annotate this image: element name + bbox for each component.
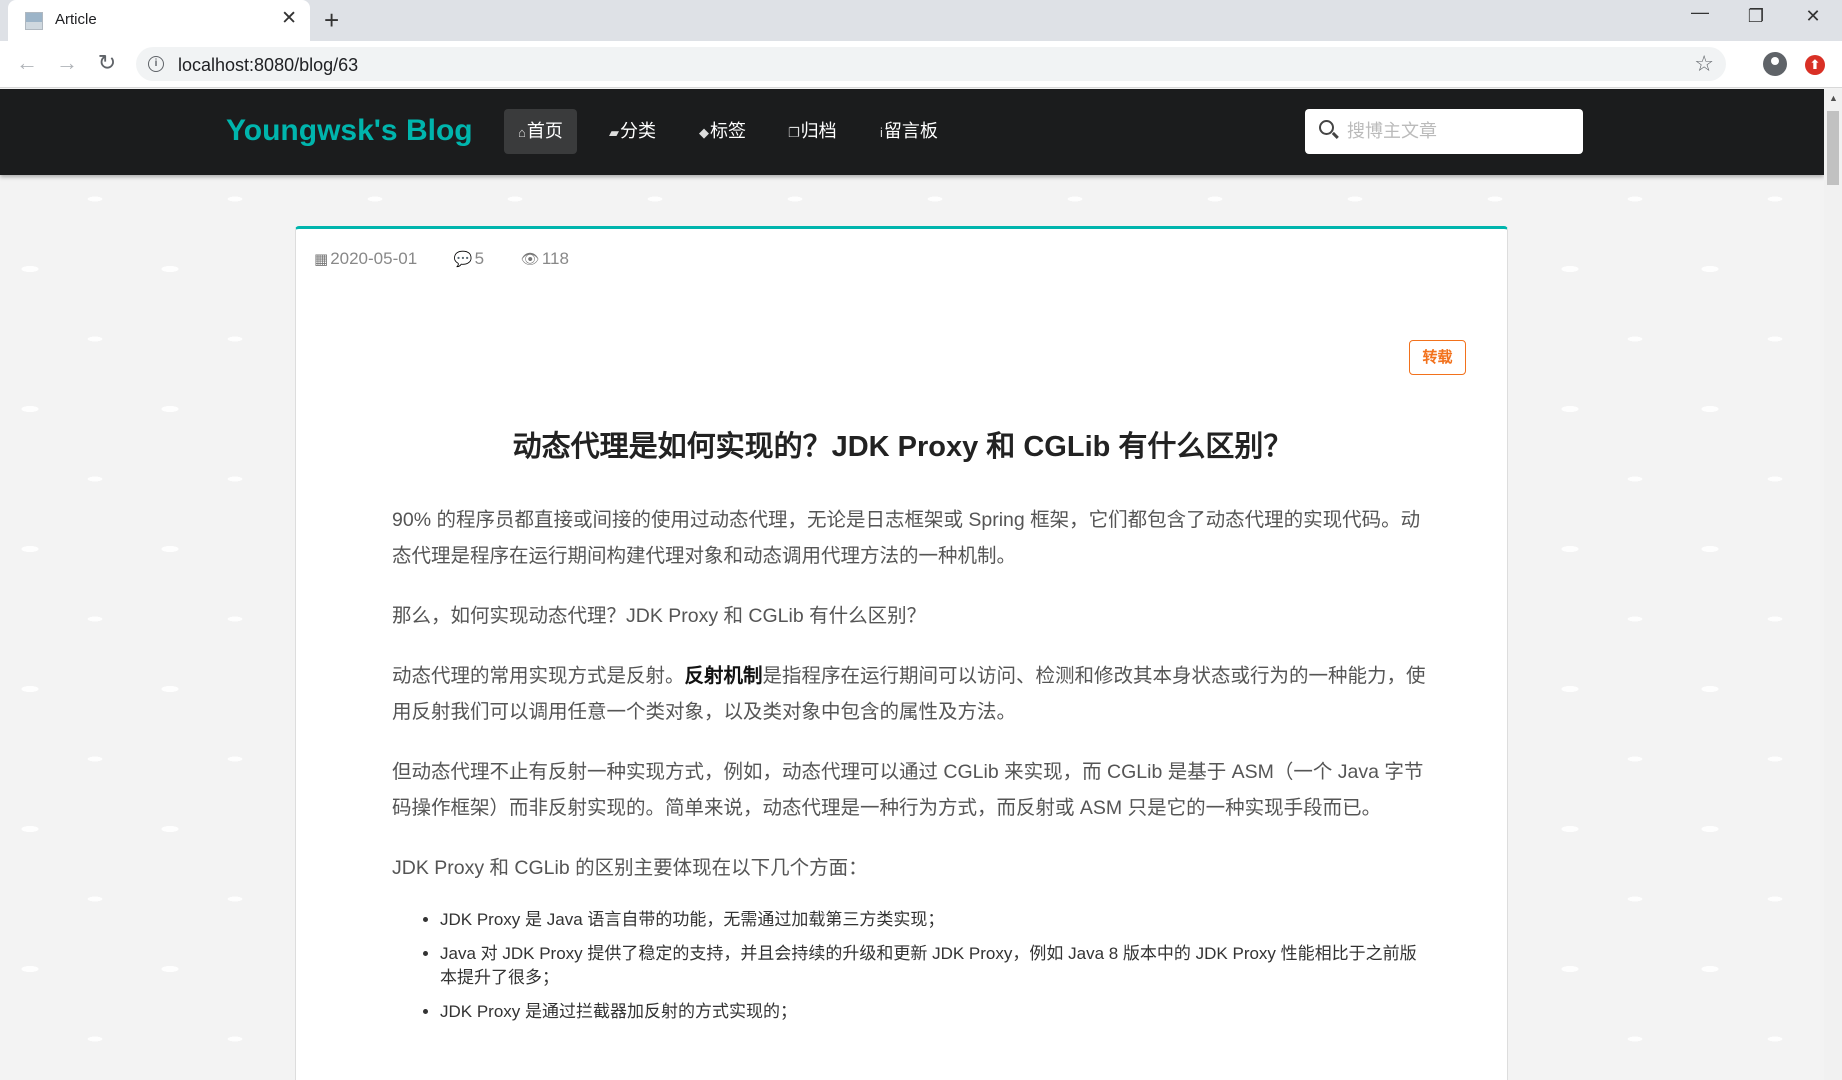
- eye-icon: 👁: [520, 251, 540, 268]
- window-minimize-button[interactable]: —: [1680, 2, 1720, 23]
- difference-list: JDK Proxy 是 Java 语言自带的功能，无需通过加载第三方类实现； J…: [440, 908, 1426, 1024]
- nav-item-archive[interactable]: ❐归档: [774, 109, 851, 154]
- nav-item-label: 首页: [526, 121, 563, 141]
- tags-icon: ◆: [699, 125, 709, 140]
- nav-item-category[interactable]: ▰分类: [595, 109, 670, 154]
- list-item: JDK Proxy 是 Java 语言自带的功能，无需通过加载第三方类实现；: [440, 908, 1426, 932]
- tab-title: Article: [55, 11, 97, 28]
- comments-count: 5: [474, 249, 485, 268]
- nav-item-label: 标签: [710, 121, 746, 141]
- article-comments: 💬 5: [454, 249, 500, 268]
- nav-item-home[interactable]: ⌂首页: [504, 109, 577, 154]
- site-navbar: Youngwsk's Blog ⌂首页 ▰分类 ◆标签 ❐归档 i留言板: [0, 89, 1824, 175]
- article-meta-header: ▦ 2020-05-01 💬 5 👁 118: [295, 226, 1508, 296]
- search-input[interactable]: [1347, 117, 1567, 145]
- tab-close-icon[interactable]: ✕: [281, 9, 297, 29]
- address-bar[interactable]: i localhost:8080/blog/63 ☆: [136, 47, 1726, 81]
- article-date: ▦ 2020-05-01: [314, 249, 433, 268]
- article-title: 动态代理是如何实现的？JDK Proxy 和 CGLib 有什么区别？: [512, 431, 1293, 463]
- nav-item-label: 归档: [800, 121, 837, 141]
- forward-arrow-icon[interactable]: →: [52, 51, 82, 75]
- paragraph-text: 动态代理的常用实现方式是反射。: [392, 665, 685, 687]
- extension-icon[interactable]: ⬆: [1805, 55, 1825, 75]
- bold-term: 反射机制: [684, 665, 763, 687]
- date-text: 2020-05-01: [330, 249, 418, 268]
- scroll-up-arrow-icon[interactable]: ▲: [1829, 93, 1838, 103]
- article-meta: ▦ 2020-05-01 💬 5 👁 118: [314, 249, 601, 269]
- tab-favicon-icon: [25, 12, 43, 30]
- page-viewport: Youngwsk's Blog ⌂首页 ▰分类 ◆标签 ❐归档 i留言板 ▦20…: [0, 89, 1824, 1080]
- scrollbar-thumb[interactable]: [1827, 111, 1839, 185]
- paragraph: 但动态代理不止有反射一种实现方式，例如，动态代理可以通过 CGLib 来实现，而…: [392, 761, 1424, 819]
- new-tab-button[interactable]: +: [324, 6, 339, 34]
- back-arrow-icon[interactable]: ←: [12, 51, 42, 75]
- nav-item-label: 分类: [620, 121, 656, 141]
- calendar-icon: ▦: [314, 251, 329, 268]
- url-text[interactable]: localhost:8080/blog/63: [178, 55, 358, 76]
- paragraph: 动态代理的常用实现方式是反射。反射机制是指程序在运行期间可以访问、检测和修改其本…: [392, 658, 1426, 730]
- list-item: Java 对 JDK Proxy 提供了稳定的支持，并且会持续的升级和更新 JD…: [440, 942, 1426, 990]
- browser-tab[interactable]: Article ✕: [8, 0, 310, 41]
- window-maximize-button[interactable]: ❐: [1736, 6, 1776, 27]
- paragraph: JDK Proxy 和 CGLib 的区别主要体现在以下几个方面：: [392, 857, 868, 879]
- site-brand[interactable]: Youngwsk's Blog: [226, 114, 473, 148]
- window-close-button[interactable]: ✕: [1793, 6, 1833, 27]
- nav-item-message-board[interactable]: i留言板: [866, 109, 952, 154]
- comment-icon: 💬: [453, 251, 473, 268]
- article-views: 👁 118: [521, 249, 585, 268]
- account-avatar-icon[interactable]: [1763, 52, 1787, 76]
- site-search[interactable]: [1305, 109, 1583, 154]
- article-content: 90% 的程序员都直接或间接的使用过动态代理，无论是日志框架或 Spring 框…: [392, 502, 1426, 1034]
- search-icon[interactable]: [1319, 120, 1334, 135]
- page-scrollbar[interactable]: ▲: [1824, 89, 1842, 1080]
- home-icon: ⌂: [518, 125, 526, 140]
- article-body: 转载 动态代理是如何实现的？JDK Proxy 和 CGLib 有什么区别？ 9…: [295, 295, 1508, 1080]
- reload-icon[interactable]: ↻: [92, 51, 122, 75]
- info-icon: i: [880, 125, 883, 140]
- clone-icon: ❐: [788, 125, 800, 140]
- browser-toolbar: ← → ↻ i localhost:8080/blog/63 ☆ ⬆: [0, 41, 1842, 88]
- paragraph: 那么，如何实现动态代理？JDK Proxy 和 CGLib 有什么区别？: [392, 605, 927, 627]
- browser-tab-bar: Article ✕ + — ❐ ✕: [0, 0, 1842, 41]
- nav-item-tags[interactable]: ◆标签: [685, 109, 760, 154]
- site-info-icon[interactable]: i: [148, 56, 164, 72]
- nav-item-label: 留言板: [883, 121, 938, 141]
- list-item: JDK Proxy 是通过拦截器加反射的方式实现的；: [440, 1000, 1426, 1024]
- views-count: 118: [541, 249, 569, 268]
- article-flag-badge: 转载: [1409, 340, 1466, 375]
- bookmark-star-icon[interactable]: ☆: [1694, 51, 1714, 77]
- folder-icon: ▰: [609, 125, 619, 140]
- paragraph: 90% 的程序员都直接或间接的使用过动态代理，无论是日志框架或 Spring 框…: [392, 509, 1421, 567]
